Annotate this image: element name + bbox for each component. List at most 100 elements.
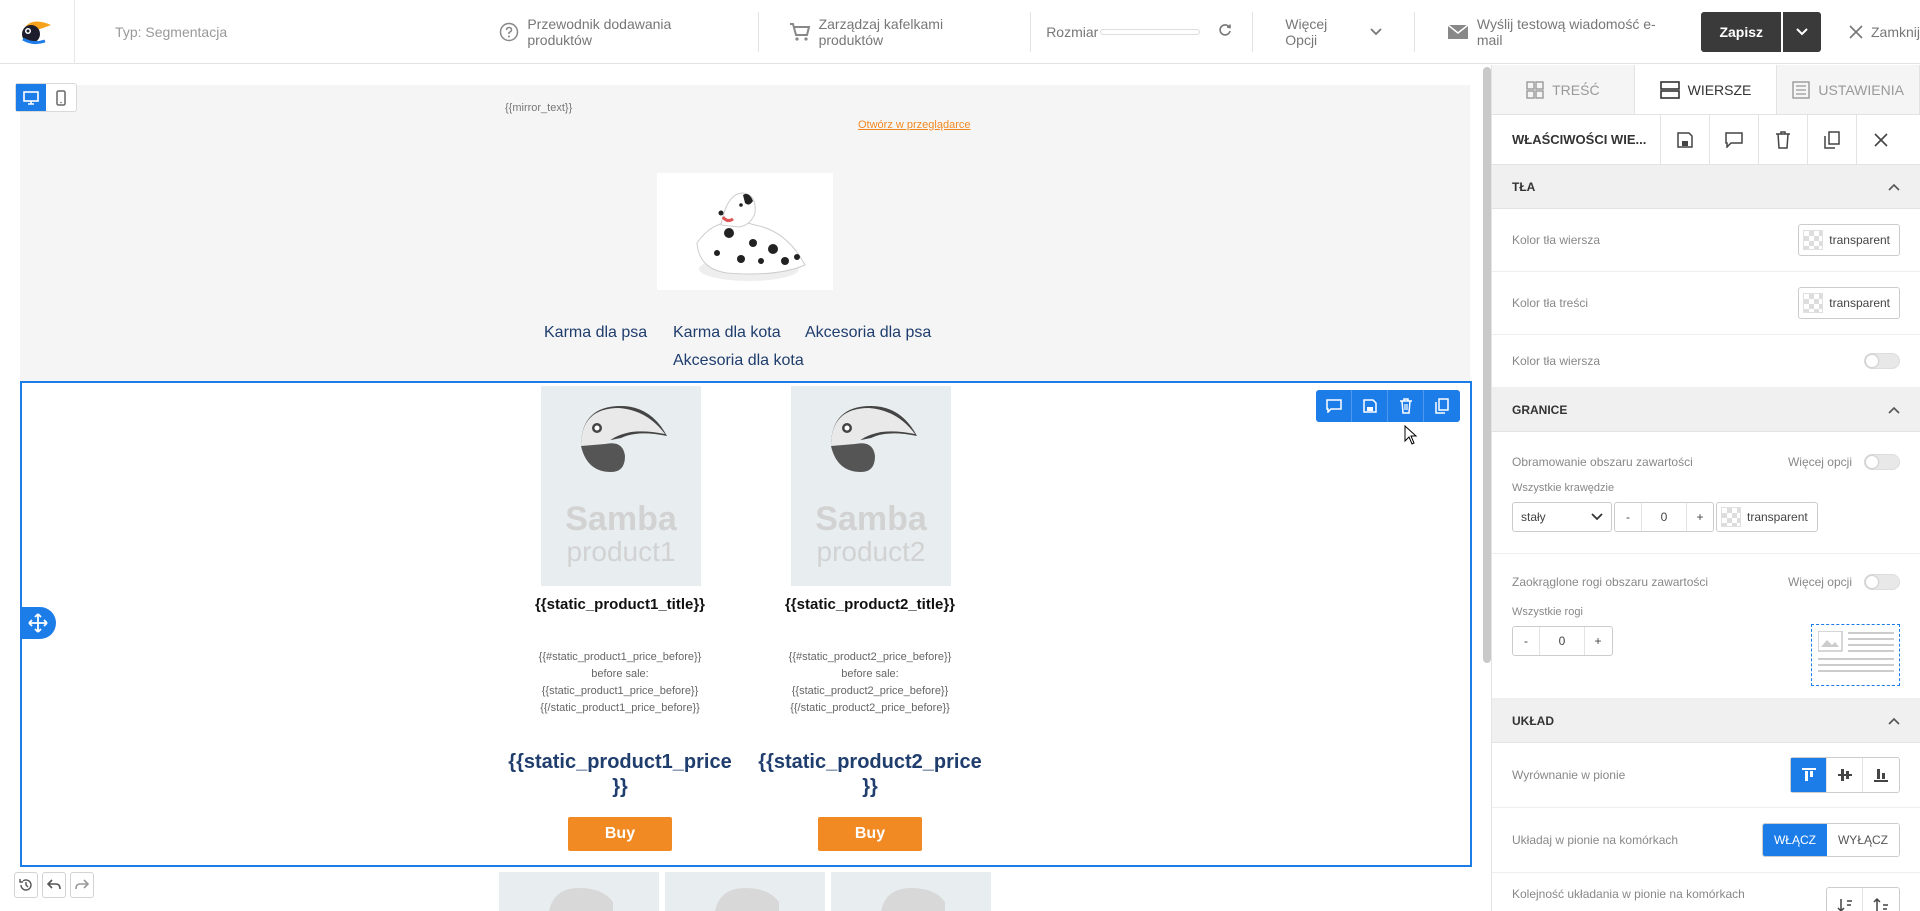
device-switch: [15, 83, 77, 112]
row-duplicate-button[interactable]: [1424, 390, 1460, 422]
product2-description[interactable]: {{#static_product2_price_before}} before…: [755, 649, 985, 717]
product2-title[interactable]: {{static_product2_title}}: [755, 596, 985, 613]
props-duplicate-button[interactable]: [1807, 114, 1856, 165]
content-border-more-toggle[interactable]: [1864, 454, 1900, 470]
props-delete-button[interactable]: [1758, 114, 1807, 165]
history-button[interactable]: [14, 872, 38, 898]
corner-radius-stepper: - 0 +: [1512, 626, 1613, 656]
align-middle-button[interactable]: [1827, 758, 1863, 792]
content-border-more: Więcej opcji: [1788, 454, 1900, 470]
tab-settings[interactable]: USTAWIENIA: [1777, 65, 1920, 114]
row-move-handle[interactable]: [20, 607, 56, 639]
tab-content[interactable]: TREŚĆ: [1492, 65, 1635, 114]
more-options-label: Więcej opcji: [1787, 575, 1852, 589]
size-slider[interactable]: [1100, 28, 1201, 35]
canvas-scrollbar[interactable]: [1483, 67, 1491, 663]
layout-section-header[interactable]: UKŁAD: [1492, 699, 1920, 743]
content-bg-color-value: transparent: [1829, 296, 1890, 310]
backgrounds-section-header[interactable]: TŁA: [1492, 165, 1920, 209]
next-row-product-thumb[interactable]: [665, 872, 825, 911]
size-control: Rozmiar: [1046, 0, 1252, 64]
row-bg-color-picker[interactable]: transparent: [1798, 224, 1900, 256]
all-corners-label: Wszystkie rogi: [1512, 606, 1583, 618]
stack-order-row: Kolejność układania w pionie na komórkac…: [1492, 873, 1920, 911]
refresh-icon[interactable]: [1218, 23, 1232, 40]
corner-radius-value[interactable]: 0: [1539, 627, 1585, 655]
open-in-browser-link[interactable]: Otwórz w przeglądarce: [858, 119, 971, 131]
nav-link-cat-food[interactable]: Karma dla kota: [673, 324, 781, 342]
stack-mobile-switch: WŁĄCZ WYŁĄCZ: [1761, 823, 1900, 857]
nav-link-dog-food[interactable]: Karma dla psa: [544, 324, 647, 342]
question-circle-icon: [499, 22, 519, 42]
corner-radius-minus[interactable]: -: [1513, 627, 1539, 655]
border-width-stepper: - 0 +: [1614, 502, 1714, 532]
more-options-dropdown[interactable]: Więcej Opcji: [1285, 0, 1414, 64]
content-bg-color-picker[interactable]: transparent: [1798, 287, 1900, 319]
next-row-product-thumb[interactable]: [831, 872, 991, 911]
align-bottom-button[interactable]: [1863, 758, 1899, 792]
send-test-email-button[interactable]: Wyślij testową wiadomość e-mail: [1447, 0, 1670, 64]
row-save-button[interactable]: [1352, 390, 1388, 422]
row-comment-button[interactable]: [1316, 390, 1352, 422]
tab-rows[interactable]: WIERSZE: [1634, 65, 1778, 114]
row-bg-toggle[interactable]: [1864, 353, 1900, 369]
save-button[interactable]: Zapisz: [1701, 11, 1782, 52]
product2-price[interactable]: {{static_product2_price }}: [750, 750, 990, 800]
product1-buy-button[interactable]: Buy: [568, 817, 672, 851]
transparent-swatch: [1803, 293, 1824, 313]
row-bg-toggle-label: Kolor tła wiersza: [1512, 354, 1601, 368]
product2-image[interactable]: Samba product2: [791, 386, 951, 586]
rounded-corners-more-toggle[interactable]: [1864, 574, 1900, 590]
save-dropdown-button[interactable]: [1783, 11, 1821, 52]
close-button[interactable]: Zamknij: [1849, 0, 1920, 64]
desktop-view-button[interactable]: [16, 84, 46, 111]
undo-button[interactable]: [42, 872, 66, 898]
rows-icon: [1659, 80, 1680, 99]
border-width-value[interactable]: 0: [1641, 503, 1687, 531]
nav-link-cat-accessories[interactable]: Akcesoria dla kota: [673, 352, 804, 370]
product-guide-link[interactable]: Przewodnik dodawania produktów: [499, 0, 757, 64]
stack-mobile-off-button[interactable]: WYŁĄCZ: [1826, 824, 1899, 856]
props-save-button[interactable]: [1660, 114, 1709, 165]
product1-description[interactable]: {{#static_product1_price_before}} before…: [505, 649, 735, 717]
align-bottom-icon: [1874, 769, 1888, 782]
stack-order-reverse-button[interactable]: [1863, 888, 1899, 911]
product1-price[interactable]: {{static_product1_price }}: [500, 750, 740, 800]
product-guide-label: Przewodnik dodawania produktów: [527, 15, 672, 48]
content-bg-color-row: Kolor tła treści transparent: [1492, 272, 1920, 335]
toucan-placeholder-icon: [549, 888, 613, 911]
border-color-picker[interactable]: transparent: [1716, 502, 1818, 532]
props-comment-button[interactable]: [1709, 114, 1758, 165]
mobile-view-button[interactable]: [46, 84, 76, 111]
nav-link-dog-accessories[interactable]: Akcesoria dla psa: [805, 324, 931, 342]
header-dog-image[interactable]: [657, 173, 833, 290]
redo-button[interactable]: [70, 872, 94, 898]
next-row-product-thumb[interactable]: [499, 872, 659, 911]
product1-image[interactable]: Samba product1: [541, 386, 701, 586]
dalmatian-image: [696, 192, 806, 281]
chevron-up-icon: [1888, 183, 1900, 191]
borders-section-header[interactable]: GRANICE: [1492, 388, 1920, 432]
row-delete-button[interactable]: [1388, 390, 1424, 422]
product2-brand: Samba: [815, 500, 927, 538]
properties-title: WŁAŚCIWOŚCI WIE...: [1512, 132, 1647, 147]
product1-name: product1: [566, 536, 676, 567]
corner-radius-plus[interactable]: +: [1585, 627, 1611, 655]
chevron-up-icon: [1888, 717, 1900, 725]
align-top-button[interactable]: [1791, 758, 1827, 792]
border-width-plus[interactable]: +: [1687, 503, 1713, 531]
border-width-minus[interactable]: -: [1615, 503, 1641, 531]
app-logo[interactable]: [0, 0, 76, 64]
stack-mobile-on-button[interactable]: WŁĄCZ: [1762, 824, 1827, 856]
manage-tiles-link[interactable]: Zarządzaj kafelkami produktów: [789, 0, 1031, 64]
floppy-icon: [1677, 131, 1693, 148]
size-label: Rozmiar: [1046, 23, 1099, 40]
border-style-select[interactable]: stały: [1512, 502, 1612, 532]
selected-product-row[interactable]: [20, 381, 1472, 867]
stack-order-normal-button[interactable]: [1827, 888, 1863, 911]
properties-panel: TREŚĆ WIERSZE USTAWIENIA WŁAŚCIWOŚCI WIE…: [1491, 65, 1920, 911]
props-close-button[interactable]: [1856, 114, 1905, 165]
trash-icon: [1776, 130, 1790, 149]
product1-title[interactable]: {{static_product1_title}}: [505, 596, 735, 613]
product2-buy-button[interactable]: Buy: [818, 817, 922, 851]
